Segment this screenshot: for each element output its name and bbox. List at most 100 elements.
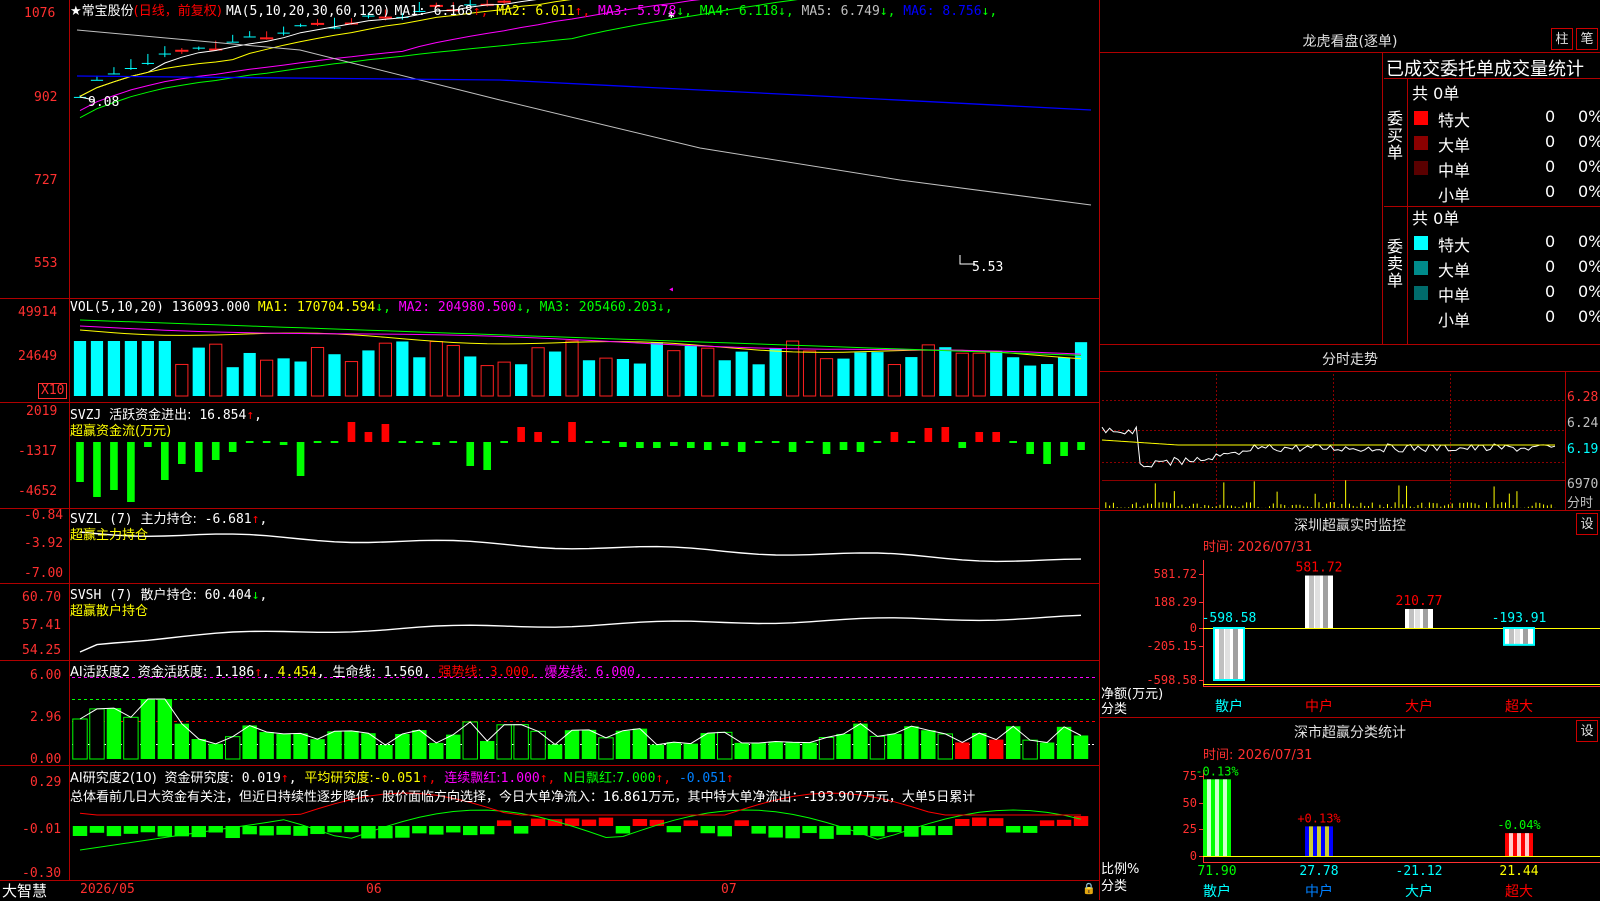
- life-line-label: 生命线:: [332, 665, 376, 680]
- ma-item-1: MA1: 170704.594: [250, 300, 376, 315]
- lhb-pen-button[interactable]: 笔: [1576, 28, 1598, 50]
- vol-bar-47: [871, 352, 884, 396]
- ai-active-bar-14: [310, 739, 325, 759]
- ai-research-bar-32: [615, 826, 631, 834]
- classify-bar-3: [1505, 833, 1533, 856]
- ai-active-bar-12: [276, 733, 291, 759]
- ai-active-bar-41: [768, 741, 783, 759]
- ma-item-2: MA2: 6.011: [488, 4, 575, 19]
- classify-ytick-3: 0: [1190, 849, 1197, 863]
- sell-row-4: 小单 0 0%: [1410, 307, 1600, 330]
- monitor-bar-segment: [1523, 628, 1528, 645]
- ai-active-bar-1: [89, 708, 105, 760]
- vol-bar-10: [243, 352, 256, 396]
- sell-swatch-3: [1414, 286, 1428, 300]
- sell-swatch-1: [1414, 236, 1428, 250]
- ma-item-arrow-4: ↓,: [778, 4, 794, 19]
- svzj-bar-22: [449, 441, 458, 443]
- classify-bar-stripe: [1215, 779, 1219, 856]
- svzj-bar-6: [177, 442, 186, 464]
- vol-bar-49: [905, 357, 918, 396]
- monitor-category-3: 超大: [1505, 699, 1533, 715]
- sell-row-name: 中单: [1438, 286, 1471, 305]
- buy-row-name: 特大: [1438, 111, 1471, 130]
- ma-item-6: MA6: 8.756: [895, 4, 982, 19]
- svzj-bar-59: [1077, 442, 1085, 450]
- life-line-value: 1.560,: [383, 665, 431, 680]
- vol-bar-4: [141, 341, 154, 396]
- ai-research-bar-41: [768, 826, 783, 838]
- vol-bar-26: [515, 364, 528, 396]
- vol-bar-30: [582, 360, 596, 396]
- svzj-bar-18: [381, 424, 390, 442]
- classify-settings-button[interactable]: 设: [1576, 720, 1598, 742]
- svzj-ytick-2: -1317: [18, 444, 58, 459]
- vol-bar-55: [1007, 357, 1020, 396]
- sell-swatch-2: [1414, 261, 1428, 275]
- vol-bar-24: [480, 365, 494, 397]
- ma-item-arrow-6: ↓,: [981, 4, 998, 19]
- svzj-bar-54: [992, 432, 1001, 442]
- ai-active-bar-45: [836, 733, 851, 759]
- main-chart-canvas[interactable]: ✱◂581.72188.290-205.15-598.58-598.58散户58…: [0, 0, 1600, 900]
- svzj-bar-56: [1026, 442, 1034, 454]
- buy-row-count: 0: [1545, 157, 1556, 176]
- monitor-settings-button[interactable]: 设: [1576, 513, 1598, 535]
- x-axis-label-jul: 07: [721, 882, 737, 897]
- ai-research-bar-3: [123, 826, 139, 834]
- vol-bar-21: [429, 341, 443, 397]
- ai-research-bar-42: [785, 826, 800, 839]
- svzj-bar-36: [686, 442, 695, 448]
- lhb-bar-button[interactable]: 柱: [1551, 28, 1573, 50]
- ai-research-bar-37: [700, 826, 715, 834]
- ma-item-arrow-1: ↑,: [472, 4, 489, 19]
- ai-active-bar-47: [869, 735, 886, 760]
- svzj-bar-43: [805, 441, 814, 443]
- sell-row-count: 0: [1545, 282, 1556, 301]
- ai-active-bar-8: [208, 743, 223, 759]
- monitor-bar-segment: [1423, 608, 1428, 628]
- ai-active-bar-48: [887, 733, 902, 759]
- ai-active-bar-7: [191, 739, 206, 759]
- svzj-bar-14: [313, 441, 322, 443]
- svzj-bar-35: [670, 442, 678, 446]
- sell-row-name: 特大: [1438, 236, 1471, 255]
- classify-bar-stripe: [1325, 826, 1329, 856]
- buy-swatch-3: [1414, 161, 1428, 175]
- lock-icon[interactable]: 🔒: [1082, 882, 1096, 895]
- vol-unit-badge[interactable]: X10: [38, 383, 68, 399]
- ai-active-bar-51: [937, 733, 954, 760]
- ai-research-bar-23: [463, 826, 478, 836]
- ai-active-bar-15: [327, 731, 342, 759]
- vol-title: VOL(5,10,20): [70, 300, 164, 315]
- ma-params: MA(5,10,20,30,60,120): [225, 4, 391, 19]
- ai-research-bar-31: [598, 817, 614, 826]
- vol-bar-20: [413, 357, 426, 396]
- ai-active-bar-32: [615, 730, 631, 759]
- fenshi-ytick-2: 6.24: [1567, 416, 1599, 431]
- ai-research-bar-48: [887, 826, 902, 833]
- stock-name[interactable]: 常宝股份: [82, 4, 134, 19]
- ai-research-bar-44: [819, 826, 834, 839]
- vol-header: VOL(5,10,20) 136093.000 MA1: 170704.594↓…: [70, 300, 673, 315]
- ai-research-bar-43: [802, 826, 817, 834]
- ai-active-label: 资金活跃度:: [137, 665, 208, 680]
- ai-active-bar-26: [513, 724, 529, 760]
- ai-active-bar-21: [429, 742, 444, 759]
- ai-summary-text: 总体看前几日大资金有关注，但近日持续性逐步降低，股价面临方向选择，今日大单净流入…: [70, 790, 976, 805]
- vol-bar-50: [921, 344, 935, 397]
- svzj-bar-55: [1009, 441, 1017, 443]
- candle-body-2: [107, 73, 121, 75]
- ma-item-arrow-2: ↓,: [516, 300, 532, 315]
- monitor-axis-cat-label: 分类: [1101, 702, 1128, 717]
- streak-value: 1.000: [500, 771, 540, 786]
- ai-active-bar-4: [140, 699, 156, 759]
- svzj-bar-25: [500, 441, 508, 443]
- ai-active-bar-3: [123, 716, 139, 760]
- sell-row-1: 特大 0 0%: [1410, 232, 1600, 255]
- vol-bar-17: [362, 350, 375, 396]
- svzj-bar-33: [636, 442, 644, 448]
- ai-active-bar-13: [293, 733, 308, 759]
- fenshi-ytick-1: 6.28: [1567, 390, 1599, 405]
- ai-research-bar-4: [140, 826, 156, 833]
